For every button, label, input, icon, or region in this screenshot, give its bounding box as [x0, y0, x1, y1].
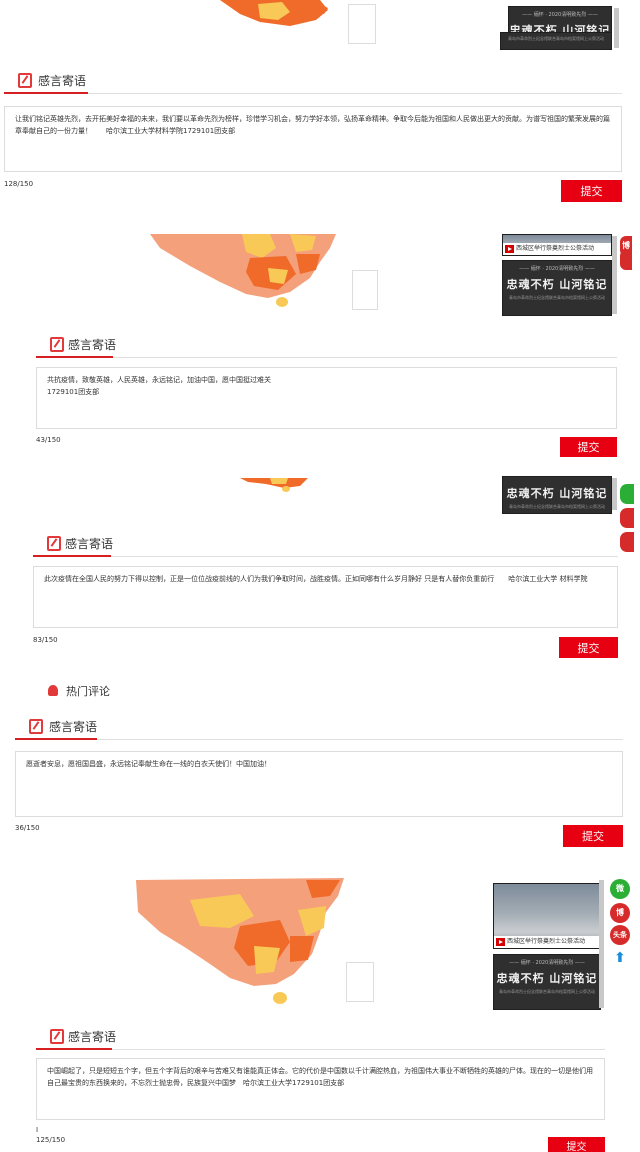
section-header: 感言寄语	[36, 1026, 605, 1050]
thumb-banner-top: —— 缅怀 · 2020清明致先烈 ——	[522, 12, 598, 18]
scrollbar[interactable]	[599, 880, 604, 1008]
message-textarea[interactable]: 让我们铭记英雄先烈，去开拓美好幸福的未来，我们要以革命先烈为榜样，珍惜学习机会，…	[4, 106, 622, 172]
video-caption: 西城区举行祭奠烈士公祭活动	[494, 936, 600, 948]
section-title: 感言寄语	[38, 74, 87, 88]
submit-button[interactable]: 提交	[561, 180, 622, 202]
south-sea-inset	[348, 4, 376, 44]
section-title: 感言寄语	[65, 537, 114, 551]
thumb-banner-title: 忠魂不朽 山河铭记	[496, 972, 598, 985]
video-thumbnail[interactable]: 青岛市革命烈士纪念馆联合青岛市档案馆网上公祭活动	[500, 32, 612, 50]
thumb-banner-sub: 青岛市革命烈士纪念馆联合青岛市档案馆网上公祭活动	[509, 295, 605, 300]
submit-button[interactable]: 提交	[559, 637, 618, 658]
active-underline	[4, 92, 88, 94]
video-caption-text: 西城区举行祭奠烈士公祭活动	[516, 245, 595, 252]
thumb-banner-sub: 青岛市革命烈士纪念馆联合青岛市档案馆网上公祭活动	[509, 504, 605, 509]
edit-icon	[50, 1029, 64, 1044]
scrollbar[interactable]	[612, 236, 617, 314]
edit-icon	[47, 536, 61, 551]
scrollbar[interactable]	[612, 478, 617, 510]
edit-icon	[50, 337, 64, 352]
south-sea-inset	[352, 270, 378, 310]
video-thumbnail[interactable]: —— 缅怀 · 2020清明致先烈 —— 忠魂不朽 山河铭记 青岛市革命烈士纪念…	[493, 954, 601, 1010]
flame-icon	[48, 685, 58, 696]
char-counter: 43/150	[36, 436, 61, 444]
video-caption-text: 西城区举行祭奠烈士公祭活动	[507, 938, 586, 945]
video-thumbnail[interactable]: —— 缅怀 · 2020清明致先烈 —— 忠魂不朽 山河铭记 青岛市革命烈士纪念…	[502, 260, 612, 316]
section-title: 感言寄语	[68, 1030, 117, 1044]
message-textarea[interactable]: 愿逝者安息，愿祖国昌盛，永远铭记奉献生命在一线的白衣天使们！中国加油！	[15, 751, 623, 817]
thumb-banner-sub: 青岛市革命烈士纪念馆联合青岛市档案馆网上公祭活动	[508, 36, 604, 41]
toutiao-share-icon[interactable]: 头条	[610, 925, 630, 945]
stray-text: I	[36, 1126, 39, 1134]
divider	[36, 357, 617, 358]
hot-comments-title: 热门评论	[66, 685, 110, 698]
wechat-share-icon[interactable]	[620, 484, 634, 504]
video-thumbnail[interactable]: 西城区举行祭奠烈士公祭活动	[493, 883, 601, 949]
thumb-banner-title: 忠魂不朽 山河铭记	[506, 487, 608, 500]
video-caption: 西城区举行祭奠烈士公祭活动	[503, 243, 611, 255]
scrollbar[interactable]	[614, 8, 619, 48]
video-thumbnail[interactable]: 忠魂不朽 山河铭记 青岛市革命烈士纪念馆联合青岛市档案馆网上公祭活动	[502, 476, 612, 514]
section-header: 感言寄语	[4, 70, 622, 94]
china-map	[130, 876, 350, 1008]
wechat-share-icon[interactable]: 微	[610, 879, 630, 899]
play-icon	[496, 937, 505, 946]
china-map	[150, 234, 340, 312]
south-sea-inset	[346, 962, 374, 1002]
hot-comments-header: 热门评论	[48, 683, 110, 699]
submit-button[interactable]: 提交	[560, 437, 617, 457]
active-underline	[33, 555, 111, 557]
section-header: 感言寄语	[33, 533, 618, 557]
divider	[4, 93, 622, 94]
china-map	[220, 0, 340, 28]
section-title: 感言寄语	[49, 720, 98, 734]
char-counter: 128/150	[4, 180, 34, 188]
message-textarea[interactable]: 中国崛起了，只是短短五个字，但五个字背后的艰辛与苦难又有谁能真正体会。它的代价是…	[36, 1058, 605, 1120]
char-counter: 83/150	[33, 636, 58, 644]
divider	[33, 556, 618, 557]
weibo-share-icon[interactable]: 博	[610, 903, 630, 923]
video-thumbnail[interactable]: 西城区举行祭奠烈士公祭活动	[502, 234, 612, 256]
edit-icon	[29, 719, 43, 734]
thumb-banner-top: —— 缅怀 · 2020清明致先烈 ——	[509, 960, 585, 966]
active-underline	[15, 738, 97, 740]
thumb-banner-title: 忠魂不朽 山河铭记	[506, 278, 608, 291]
active-underline	[36, 1048, 112, 1050]
message-textarea[interactable]: 共抗疫情，致敬英雄，人民英雄，永远铭记，加油中国，愿中国挺过难关 1729101…	[36, 367, 617, 429]
message-textarea[interactable]: 此次疫情在全国人民的努力下得以控制，正是一位位战疫前线的人们为我们争取时间，战胜…	[33, 566, 618, 628]
china-map	[240, 478, 308, 492]
back-to-top-icon[interactable]: ⬆	[610, 948, 630, 968]
weibo-share-icon[interactable]	[620, 508, 634, 528]
toutiao-share-icon[interactable]	[620, 532, 634, 552]
submit-button[interactable]: 提交	[548, 1137, 605, 1152]
thumb-banner-sub: 青岛市革命烈士纪念馆联合青岛市档案馆网上公祭活动	[499, 989, 595, 994]
play-icon	[505, 244, 514, 253]
char-counter: 36/150	[15, 824, 40, 832]
toutiao-share-icon[interactable]	[620, 250, 632, 270]
thumb-banner-top: —— 缅怀 · 2020清明致先烈 ——	[519, 266, 595, 272]
section-header: 感言寄语	[15, 716, 623, 740]
submit-button[interactable]: 提交	[563, 825, 623, 847]
edit-icon	[18, 73, 32, 88]
section-header: 感言寄语	[36, 334, 617, 358]
active-underline	[36, 356, 113, 358]
char-counter: 125/150	[36, 1136, 66, 1144]
section-title: 感言寄语	[68, 338, 117, 352]
divider	[15, 739, 623, 740]
divider	[36, 1049, 605, 1050]
